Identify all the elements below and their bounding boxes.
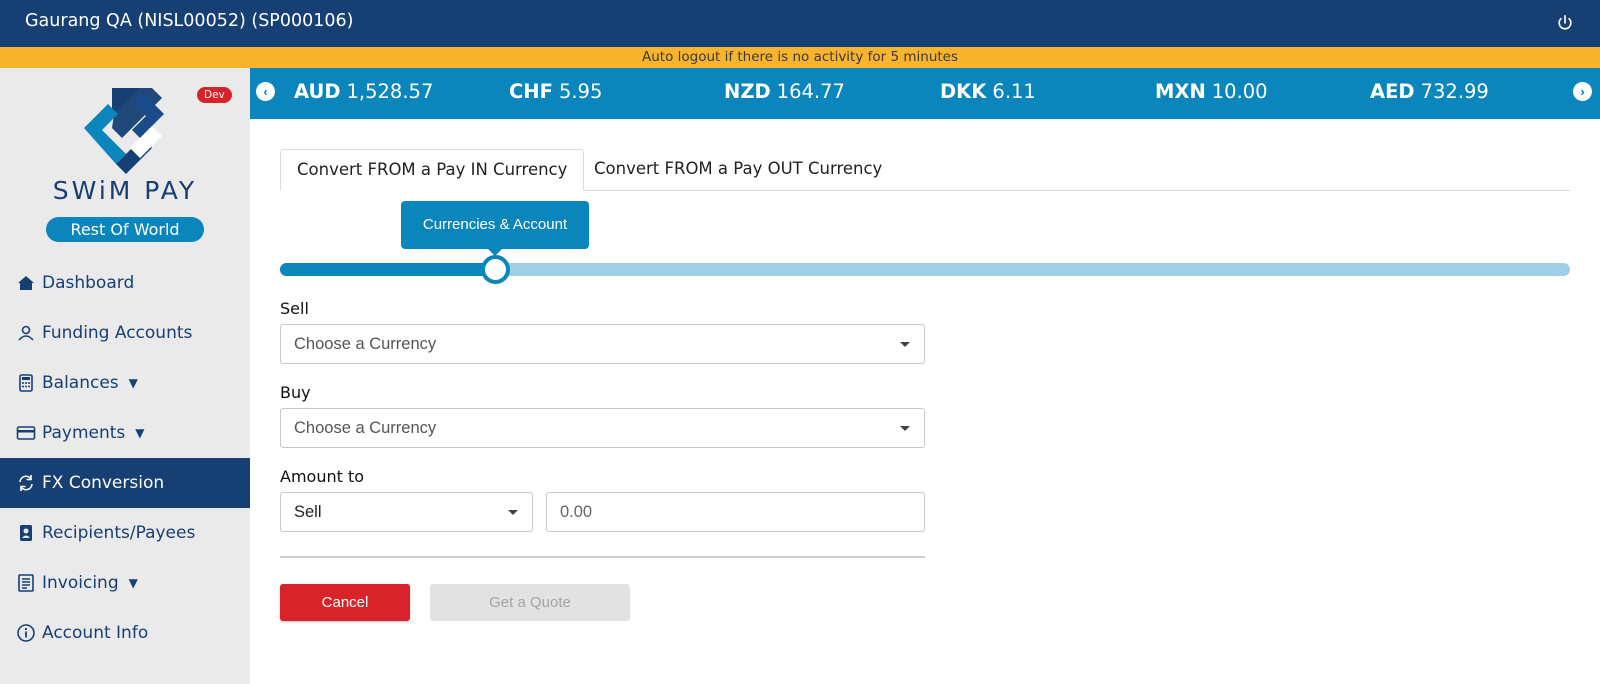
sidebar-item-label: Account Info bbox=[42, 623, 149, 643]
user-account-label: Gaurang QA (NISL00052) (SP000106) bbox=[25, 11, 354, 31]
currency-ticker: ‹ AUD 1,528.57 CHF 5.95 NZD 164.77 DKK 6.11 … bbox=[250, 68, 1600, 119]
sell-label: Sell bbox=[280, 299, 309, 318]
sidebar-item-label: FX Conversion bbox=[42, 473, 165, 493]
dropdown-arrow-icon bbox=[900, 426, 910, 431]
top-bar: Gaurang QA (NISL00052) (SP000106) bbox=[0, 0, 1600, 47]
sidebar-item-balances[interactable]: Balances ▼ bbox=[0, 358, 250, 408]
sidebar-item-account-info[interactable]: Account Info bbox=[0, 608, 250, 658]
cancel-button[interactable]: Cancel bbox=[280, 584, 410, 621]
region-pill[interactable]: Rest Of World bbox=[46, 217, 204, 242]
sync-icon bbox=[19, 475, 33, 491]
ticker-rate: AED 732.99 bbox=[1370, 80, 1489, 103]
sidebar-item-label: Recipients/Payees bbox=[42, 523, 196, 543]
chevron-down-icon: ▼ bbox=[128, 576, 138, 590]
invoice-icon bbox=[18, 574, 34, 592]
sidebar-item-label: Funding Accounts bbox=[42, 323, 193, 343]
buy-label: Buy bbox=[280, 383, 311, 402]
sidebar-item-dashboard[interactable]: Dashboard bbox=[0, 258, 250, 308]
sidebar-item-fx-conversion[interactable]: FX Conversion bbox=[0, 458, 250, 508]
ticker-rate: CHF 5.95 bbox=[509, 80, 603, 103]
calculator-icon bbox=[19, 374, 33, 392]
chevron-down-icon: ▼ bbox=[135, 426, 145, 440]
current-step-tooltip: Currencies & Account bbox=[401, 201, 589, 256]
form-divider bbox=[280, 556, 925, 558]
get-quote-button[interactable]: Get a Quote bbox=[430, 584, 630, 621]
dropdown-arrow-icon bbox=[900, 342, 910, 347]
ticker-rate: MXN 10.00 bbox=[1155, 80, 1268, 103]
sidebar-item-label: Dashboard bbox=[42, 273, 135, 293]
sidebar: Dev SWiM PAY Rest Of World Dashboard Fun… bbox=[0, 68, 250, 684]
sidebar-item-label: Payments bbox=[42, 423, 126, 443]
sidebar-item-invoicing[interactable]: Invoicing ▼ bbox=[0, 558, 250, 608]
sidebar-item-payments[interactable]: Payments ▼ bbox=[0, 408, 250, 458]
sidebar-item-label: Balances bbox=[42, 373, 119, 393]
credit-card-icon bbox=[16, 426, 36, 440]
amount-mode-value: Sell bbox=[294, 503, 322, 521]
home-icon bbox=[18, 276, 34, 290]
ticker-rate: DKK 6.11 bbox=[940, 80, 1036, 103]
contact-icon bbox=[20, 525, 32, 541]
step-progress-track bbox=[280, 263, 1570, 276]
step-progress-handle[interactable] bbox=[481, 255, 510, 284]
ticker-rate: NZD 164.77 bbox=[724, 80, 845, 103]
sidebar-item-label: Invoicing bbox=[42, 573, 119, 593]
conversion-tabs: Convert FROM a Pay IN Currency Convert F… bbox=[280, 149, 1570, 191]
buy-currency-placeholder: Choose a Currency bbox=[294, 419, 437, 437]
swimpay-logo-mark bbox=[84, 88, 164, 174]
environment-badge: Dev bbox=[197, 87, 232, 103]
sell-currency-select[interactable]: Choose a Currency bbox=[280, 324, 925, 364]
amount-to-label: Amount to bbox=[280, 467, 365, 486]
chevron-down-icon: ▼ bbox=[128, 376, 138, 390]
sidebar-item-funding-accounts[interactable]: Funding Accounts bbox=[0, 308, 250, 358]
sell-currency-placeholder: Choose a Currency bbox=[294, 335, 437, 353]
tab-convert-from-pay-in[interactable]: Convert FROM a Pay IN Currency bbox=[280, 149, 585, 191]
auto-logout-notice: Auto logout if there is no activity for … bbox=[0, 47, 1600, 68]
info-icon bbox=[17, 624, 35, 642]
ticker-prev-arrow-icon[interactable]: ‹ bbox=[256, 82, 275, 101]
tab-convert-from-pay-out[interactable]: Convert FROM a Pay OUT Currency bbox=[578, 149, 898, 191]
amount-input[interactable]: 0.00 bbox=[546, 492, 925, 532]
ticker-rate: AUD 1,528.57 bbox=[294, 80, 434, 103]
dropdown-arrow-icon bbox=[508, 510, 518, 515]
sidebar-item-recipients-payees[interactable]: Recipients/Payees bbox=[0, 508, 250, 558]
brand-name: SWiM PAY bbox=[52, 176, 198, 205]
ticker-next-arrow-icon[interactable]: › bbox=[1573, 82, 1592, 101]
user-icon bbox=[18, 325, 34, 341]
power-icon[interactable] bbox=[1556, 14, 1574, 32]
step-progress-fill bbox=[280, 263, 495, 276]
amount-mode-select[interactable]: Sell bbox=[280, 492, 533, 532]
buy-currency-select[interactable]: Choose a Currency bbox=[280, 408, 925, 448]
sidebar-nav: Dashboard Funding Accounts Balances ▼ Pa… bbox=[0, 258, 250, 658]
brand-logo[interactable]: Dev SWiM PAY Rest Of World bbox=[0, 68, 250, 248]
